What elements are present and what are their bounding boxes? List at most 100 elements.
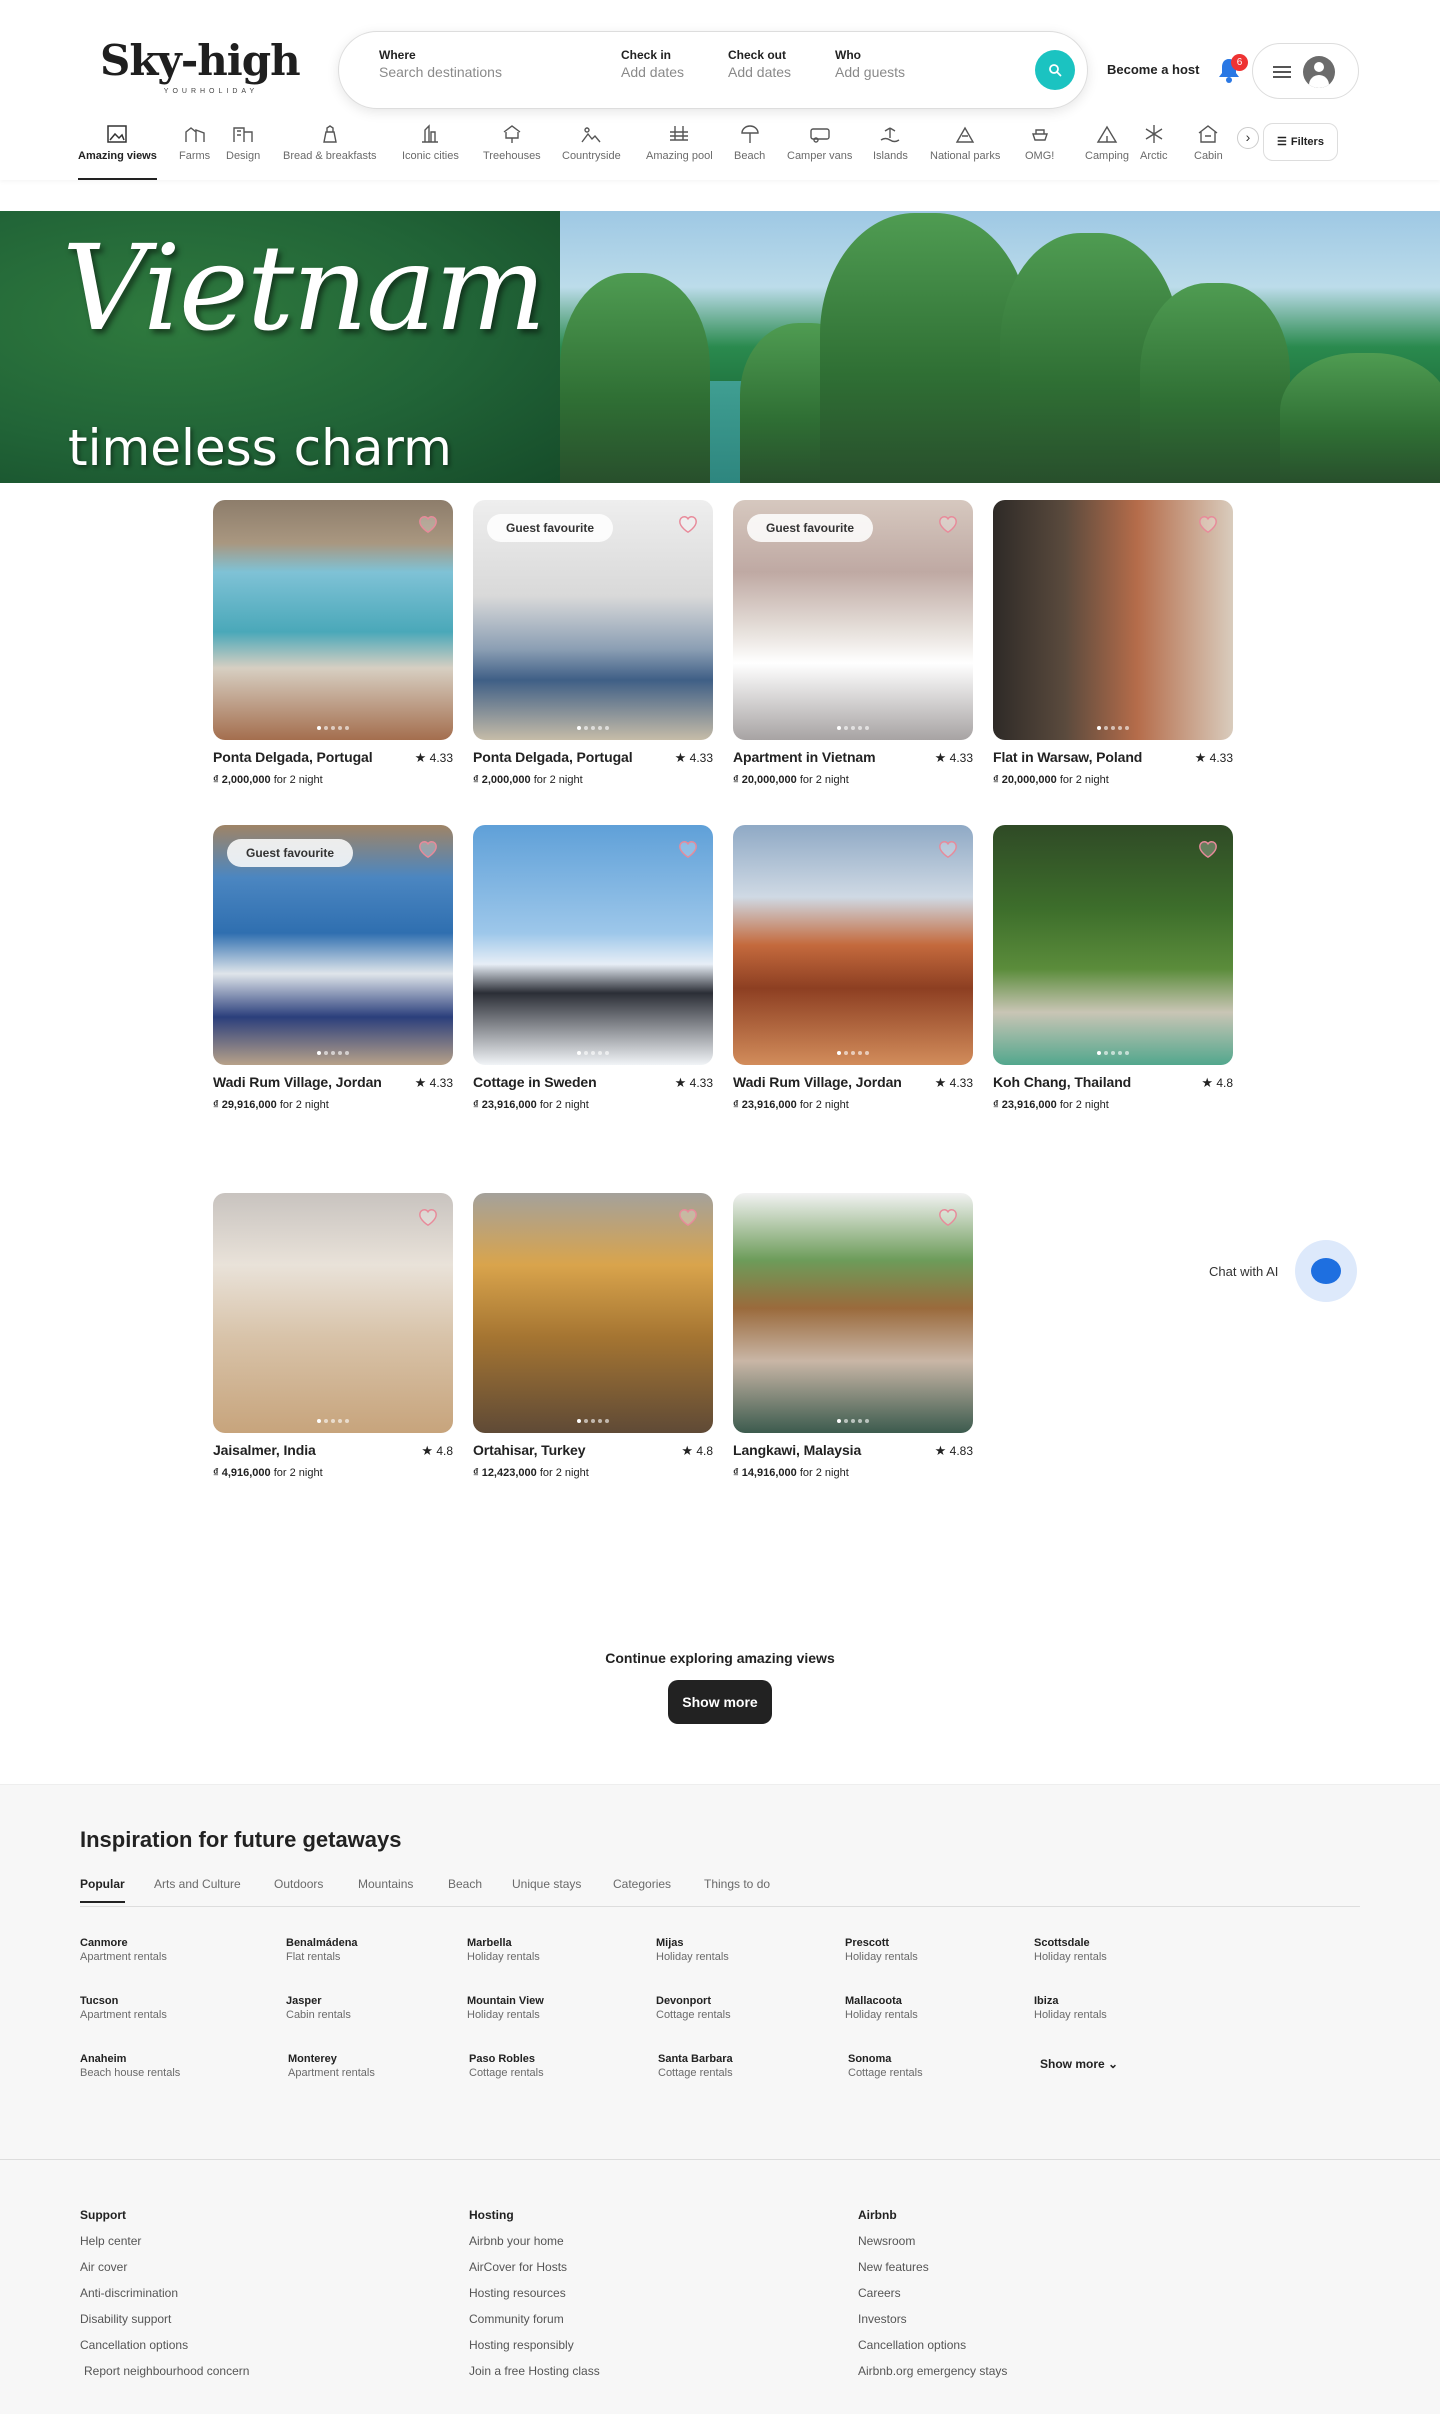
category-treehouses[interactable]: Treehouses [483,120,541,162]
inspiration-tab[interactable]: Things to do [704,1877,770,1891]
destination-link[interactable]: Sonoma Cottage rentals [848,2053,923,2079]
category-bread-breakfasts[interactable]: Bread & breakfasts [283,120,377,162]
heart-icon[interactable] [677,514,699,534]
listing-photo[interactable] [213,1193,453,1433]
listing-photo[interactable] [733,1193,973,1433]
footer-link[interactable]: Investors [858,2312,1007,2338]
listing-card[interactable]: Ortahisar, Turkey ★ 4.8 ₫ 12,423,000 for 2… [473,1193,713,1479]
listing-title[interactable]: Koh Chang, Thailand [993,1074,1233,1090]
destination-link[interactable]: Devonport Cottage rentals [656,1995,731,2021]
photo-pagination[interactable] [733,726,973,730]
categories-next-button[interactable]: › [1237,127,1259,149]
category-iconic-cities[interactable]: Iconic cities [402,120,459,162]
photo-pagination[interactable] [993,726,1233,730]
search-bar[interactable]: Where Search destinations Check in Add d… [338,31,1088,109]
footer-link[interactable]: Report neighbourhood concern [80,2364,249,2390]
footer-link[interactable]: Newsroom [858,2234,1007,2260]
footer-link[interactable]: Cancellation options [80,2338,249,2364]
category-design[interactable]: Design [226,120,260,162]
listing-photo[interactable] [993,500,1233,740]
photo-pagination[interactable] [213,726,453,730]
category-amazing-pool[interactable]: Amazing pool [646,120,713,162]
destination-link[interactable]: Scottsdale Holiday rentals [1034,1937,1107,1963]
listing-photo[interactable]: Guest favourite [733,500,973,740]
footer-link[interactable]: Help center [80,2234,249,2260]
category-national-parks[interactable]: National parks [930,120,1000,162]
profile-menu-button[interactable] [1252,43,1359,99]
heart-icon[interactable] [677,1207,699,1227]
listing-photo[interactable]: Guest favourite [213,825,453,1065]
photo-pagination[interactable] [733,1419,973,1423]
category-farms[interactable]: Farms [179,120,210,162]
where-field[interactable]: Where Search destinations [379,48,502,80]
who-field[interactable]: Who Add guests [835,48,905,80]
inspiration-tab[interactable]: Arts and Culture [154,1877,241,1891]
heart-icon[interactable] [937,839,959,859]
category-countryside[interactable]: Countryside [562,120,621,162]
listing-card[interactable]: Guest favourite Wadi Rum Village, Jordan ★… [213,825,453,1111]
chat-with-ai[interactable]: Chat with AI [1209,1240,1359,1302]
show-more-button[interactable]: Show more [668,1680,772,1724]
heart-icon[interactable] [937,1207,959,1227]
become-host-link[interactable]: Become a host [1107,62,1199,77]
category-beach[interactable]: Beach [734,120,765,162]
heart-icon[interactable] [417,839,439,859]
where-input[interactable]: Search destinations [379,64,502,80]
search-button[interactable] [1035,50,1075,90]
inspiration-tab[interactable]: Outdoors [274,1877,323,1891]
inspiration-tab[interactable]: Mountains [358,1877,413,1891]
category-camping[interactable]: Camping [1085,120,1129,162]
heart-icon[interactable] [417,514,439,534]
listing-photo[interactable]: Guest favourite [473,500,713,740]
footer-link[interactable]: Anti-discrimination [80,2286,249,2312]
listing-title[interactable]: Ortahisar, Turkey [473,1442,713,1458]
category-arctic[interactable]: Arctic [1140,120,1168,162]
listing-photo[interactable] [213,500,453,740]
photo-pagination[interactable] [213,1051,453,1055]
listing-photo[interactable] [733,825,973,1065]
footer-link[interactable]: Community forum [469,2312,600,2338]
footer-link[interactable]: Careers [858,2286,1007,2312]
destination-link[interactable]: Prescott Holiday rentals [845,1937,918,1963]
photo-pagination[interactable] [473,1051,713,1055]
destination-link[interactable]: Canmore Apartment rentals [80,1937,167,1963]
inspiration-tab[interactable]: Unique stays [512,1877,581,1891]
show-more-destinations[interactable]: Show more ⌄ [1040,2057,1118,2071]
category-camper-vans[interactable]: Camper vans [787,120,852,162]
destination-link[interactable]: Benalmádena Flat rentals [286,1937,358,1963]
logo[interactable]: Sky-high YOURHOLIDAY [100,36,305,102]
destination-link[interactable]: Paso Robles Cottage rentals [469,2053,544,2079]
chat-bubble-button[interactable] [1295,1240,1357,1302]
checkin-value[interactable]: Add dates [621,64,684,80]
listing-card[interactable]: Guest favourite Apartment in Vietnam ★ 4.3… [733,500,973,786]
who-value[interactable]: Add guests [835,64,905,80]
photo-pagination[interactable] [733,1051,973,1055]
listing-photo[interactable] [473,825,713,1065]
destination-link[interactable]: Marbella Holiday rentals [467,1937,540,1963]
listing-photo[interactable] [993,825,1233,1065]
footer-link[interactable]: Airbnb.org emergency stays [858,2364,1007,2390]
footer-link[interactable]: Air cover [80,2260,249,2286]
category-amazing-views[interactable]: Amazing views [78,120,157,180]
listing-card[interactable]: Koh Chang, Thailand ★ 4.8 ₫ 23,916,000 for… [993,825,1233,1111]
listing-photo[interactable] [473,1193,713,1433]
destination-link[interactable]: Mallacoota Holiday rentals [845,1995,918,2021]
footer-link[interactable]: Cancellation options [858,2338,1007,2364]
destination-link[interactable]: Santa Barbara Cottage rentals [658,2053,733,2079]
heart-icon[interactable] [1197,839,1219,859]
footer-link[interactable]: Airbnb your home [469,2234,600,2260]
inspiration-tab[interactable]: Categories [613,1877,671,1891]
footer-link[interactable]: Hosting responsibly [469,2338,600,2364]
footer-link[interactable]: Disability support [80,2312,249,2338]
photo-pagination[interactable] [993,1051,1233,1055]
inspiration-tab[interactable]: Popular [80,1877,125,1903]
listing-card[interactable]: Wadi Rum Village, Jordan ★ 4.33 ₫ 23,916,0… [733,825,973,1111]
category-cabin[interactable]: Cabin [1194,120,1223,162]
heart-icon[interactable] [1197,514,1219,534]
destination-link[interactable]: Tucson Apartment rentals [80,1995,167,2021]
filters-button[interactable]: ☰ Filters [1263,123,1338,161]
heart-icon[interactable] [417,1207,439,1227]
footer-link[interactable]: AirCover for Hosts [469,2260,600,2286]
listing-card[interactable]: Flat in Warsaw, Poland ★ 4.33 ₫ 20,000,000… [993,500,1233,786]
listing-card[interactable]: Langkawi, Malaysia ★ 4.83 ₫ 14,916,000 for… [733,1193,973,1479]
